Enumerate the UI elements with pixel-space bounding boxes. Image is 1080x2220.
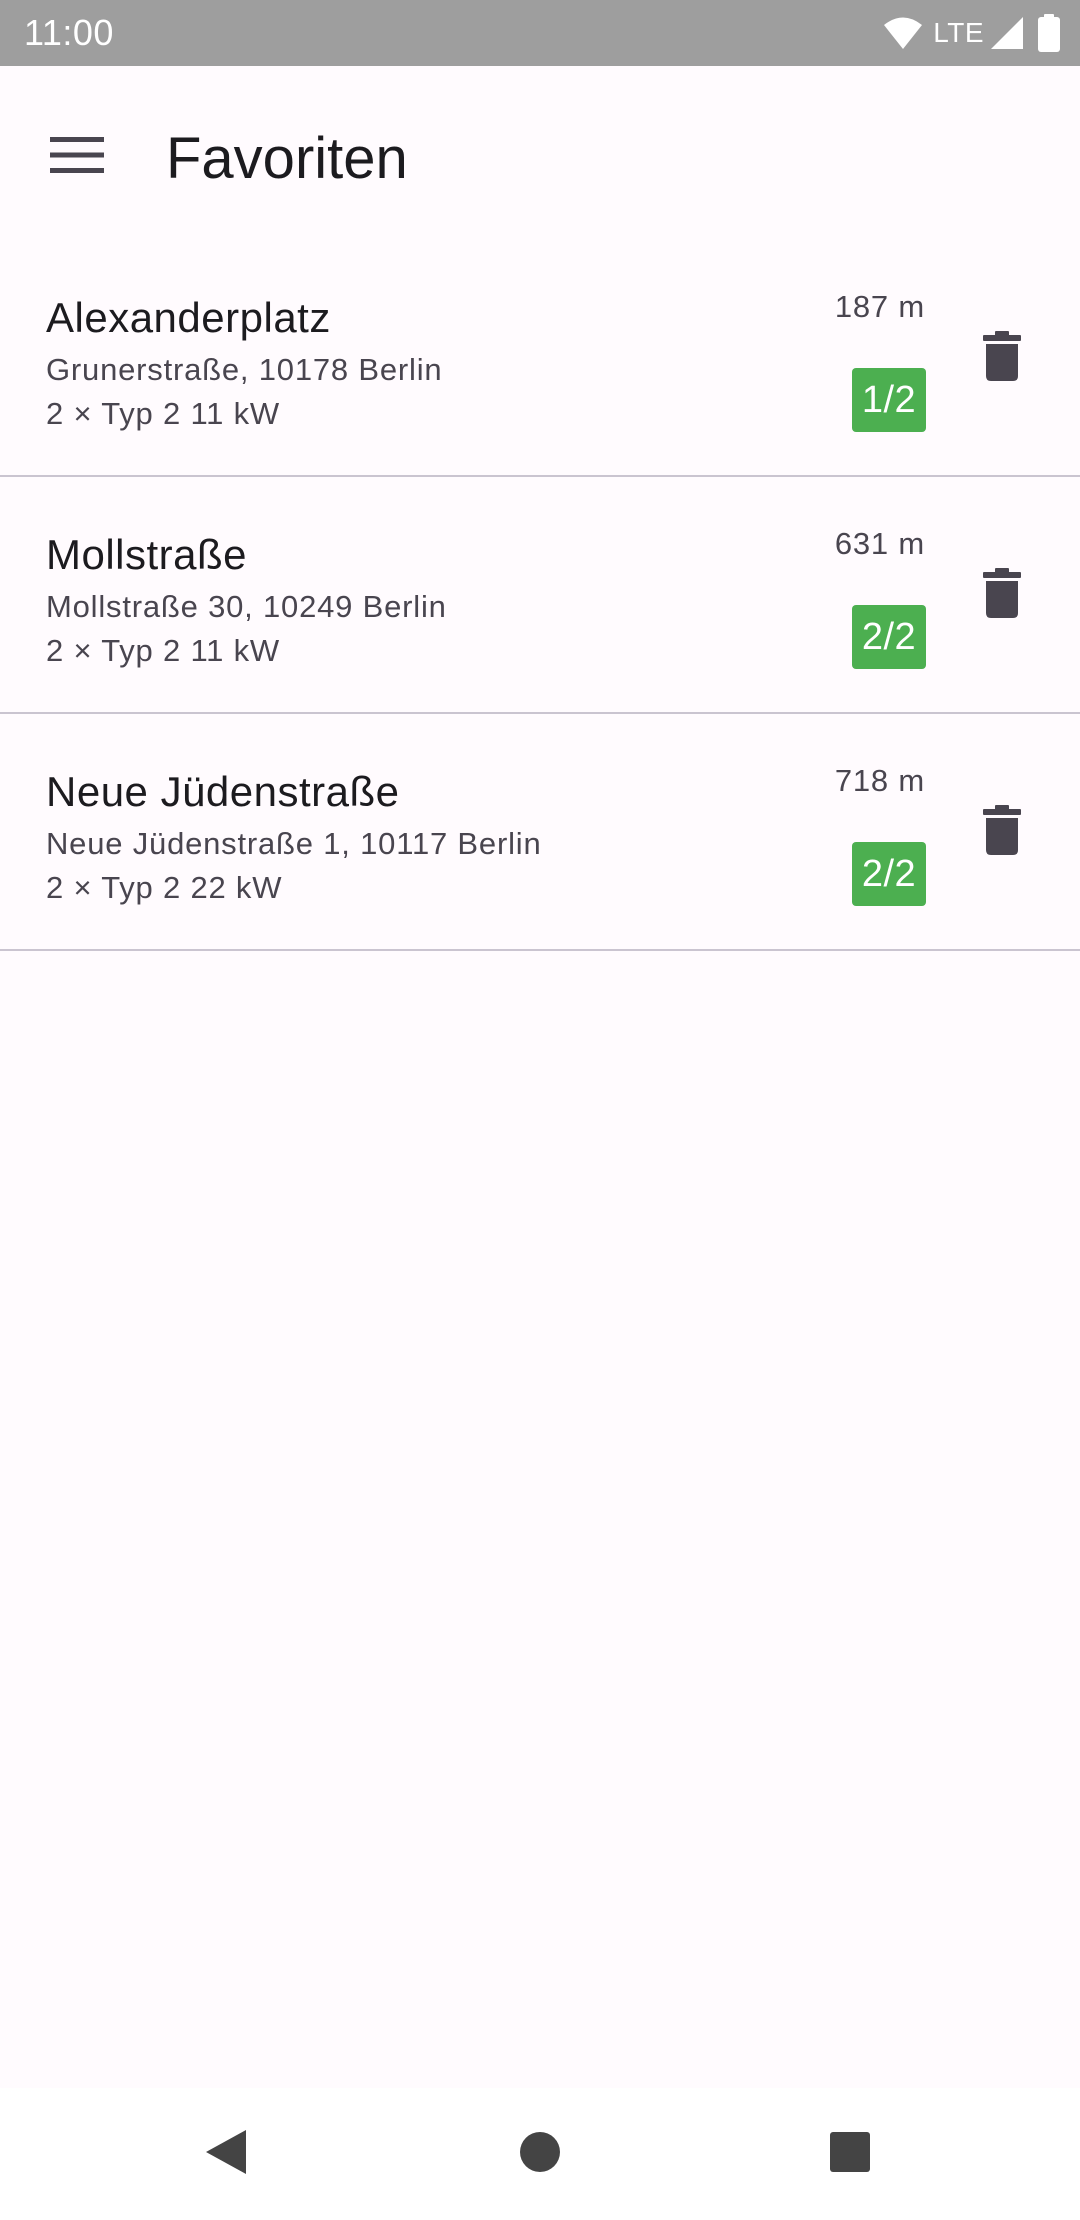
station-address: Grunerstraße, 10178 Berlin <box>46 352 443 387</box>
status-icons: LTE <box>883 12 1060 54</box>
trash-icon <box>983 330 1021 386</box>
wifi-icon <box>883 16 923 50</box>
hamburger-menu-icon <box>50 136 104 178</box>
status-time: 11:00 <box>24 12 114 53</box>
station-connectors: 2 × Typ 2 11 kW <box>46 396 280 431</box>
recents-icon <box>829 2131 871 2178</box>
availability-badge: 2/2 <box>852 842 926 906</box>
station-distance: 187 m <box>834 289 925 324</box>
top-app-bar: Favoriten <box>0 66 1080 246</box>
cell-signal-icon <box>990 16 1024 50</box>
delete-button[interactable] <box>954 784 1050 880</box>
battery-icon <box>1038 14 1060 52</box>
favorite-item[interactable]: Neue Jüdenstraße Neue Jüdenstraße 1, 101… <box>0 714 1080 951</box>
availability-badge: 1/2 <box>852 368 926 432</box>
station-distance: 631 m <box>834 526 925 561</box>
favorites-list: Alexanderplatz Grunerstraße, 10178 Berli… <box>0 240 1080 951</box>
delete-button[interactable] <box>954 547 1050 643</box>
back-icon <box>204 2128 248 2181</box>
trash-icon <box>983 567 1021 623</box>
nav-recents-button[interactable] <box>810 2114 890 2194</box>
station-connectors: 2 × Typ 2 22 kW <box>46 870 283 905</box>
network-type: LTE <box>933 17 984 48</box>
station-name: Alexanderplatz <box>46 294 331 341</box>
menu-button[interactable] <box>34 114 120 200</box>
delete-button[interactable] <box>954 310 1050 406</box>
station-address: Mollstraße 30, 10249 Berlin <box>46 589 447 624</box>
nav-back-button[interactable] <box>186 2114 266 2194</box>
nav-home-button[interactable] <box>500 2114 580 2194</box>
station-distance: 718 m <box>834 763 925 798</box>
station-name: Mollstraße <box>46 531 248 578</box>
favorite-item[interactable]: Mollstraße Mollstraße 30, 10249 Berlin 2… <box>0 477 1080 714</box>
home-icon <box>519 2131 561 2178</box>
station-connectors: 2 × Typ 2 11 kW <box>46 633 280 668</box>
status-bar: 11:00 LTE <box>0 0 1080 66</box>
availability-badge: 2/2 <box>852 605 926 669</box>
system-nav-bar <box>0 2088 1080 2220</box>
page-title: Favoriten <box>166 126 408 191</box>
station-address: Neue Jüdenstraße 1, 10117 Berlin <box>46 826 542 861</box>
trash-icon <box>983 804 1021 860</box>
station-name: Neue Jüdenstraße <box>46 768 400 815</box>
favorite-item[interactable]: Alexanderplatz Grunerstraße, 10178 Berli… <box>0 240 1080 477</box>
